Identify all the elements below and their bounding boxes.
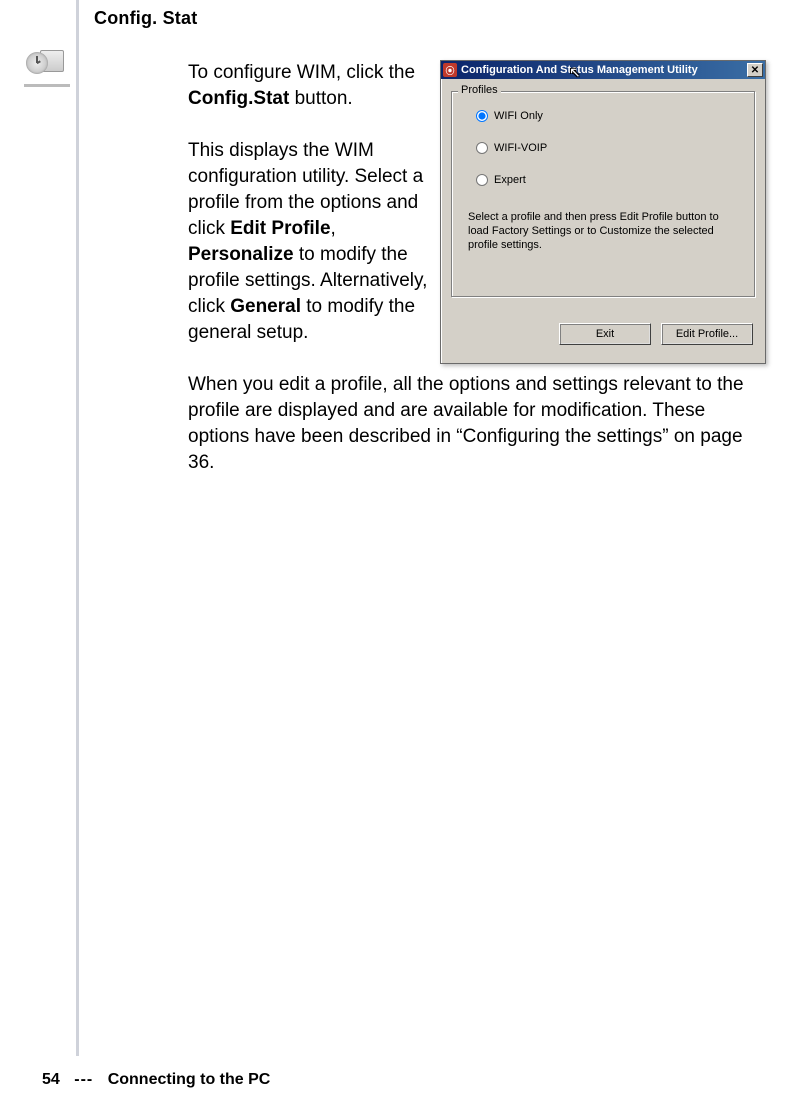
paragraph-1: To configure WIM, click the Config.Stat … — [188, 60, 428, 112]
radio-wifi-voip-input[interactable] — [476, 142, 488, 154]
profiles-legend: Profiles — [458, 84, 501, 96]
dialog-titlebar[interactable]: ⦿ Configuration And Status Management Ut… — [441, 61, 765, 79]
radio-wifi-voip-label: WIFI-VOIP — [494, 142, 547, 154]
dialog-app-icon: ⦿ — [443, 63, 457, 77]
edit-profile-button[interactable]: Edit Profile... — [661, 323, 753, 345]
radio-wifi-voip[interactable]: WIFI-VOIP — [476, 142, 547, 154]
paragraph-1-bold-config-stat: Config.Stat — [188, 88, 289, 109]
profiles-help-text: Select a profile and then press Edit Pro… — [468, 210, 738, 252]
radio-expert-label: Expert — [494, 174, 526, 186]
footer-separator: --- — [74, 1071, 93, 1088]
page-number: 54 — [42, 1071, 60, 1088]
radio-wifi-only-input[interactable] — [476, 110, 488, 122]
chapter-title: Connecting to the PC — [108, 1071, 271, 1088]
section-heading: Config. Stat — [94, 8, 197, 29]
paragraph-2-text-c: , — [331, 218, 336, 239]
dialog-title: Configuration And Status Management Util… — [461, 64, 698, 76]
page-footer: 54 --- Connecting to the PC — [42, 1071, 270, 1089]
paragraph-2: This displays the WIM configuration util… — [188, 138, 428, 346]
radio-expert[interactable]: Expert — [476, 174, 526, 186]
paragraph-1-text-c: button. — [289, 88, 352, 109]
vertical-rule — [76, 0, 79, 1056]
paragraph-2-bold-general: General — [230, 296, 301, 317]
config-utility-dialog: ⦿ Configuration And Status Management Ut… — [440, 60, 766, 364]
margin-icon-separator — [24, 84, 70, 87]
close-button[interactable]: ✕ — [747, 63, 763, 77]
paragraph-3: When you edit a profile, all the options… — [188, 372, 746, 476]
radio-wifi-only-label: WIFI Only — [494, 110, 543, 122]
margin-icon — [26, 48, 68, 76]
radio-expert-input[interactable] — [476, 174, 488, 186]
profiles-groupbox: Profiles WIFI Only WIFI-VOIP Expert Sele… — [451, 91, 755, 297]
exit-button[interactable]: Exit — [559, 323, 651, 345]
radio-wifi-only[interactable]: WIFI Only — [476, 110, 543, 122]
paragraph-1-text-a: To configure WIM, click the — [188, 62, 415, 83]
paragraph-2-bold-personalize: Personalize — [188, 244, 294, 265]
paragraph-2-bold-edit-profile: Edit Profile — [230, 218, 330, 239]
